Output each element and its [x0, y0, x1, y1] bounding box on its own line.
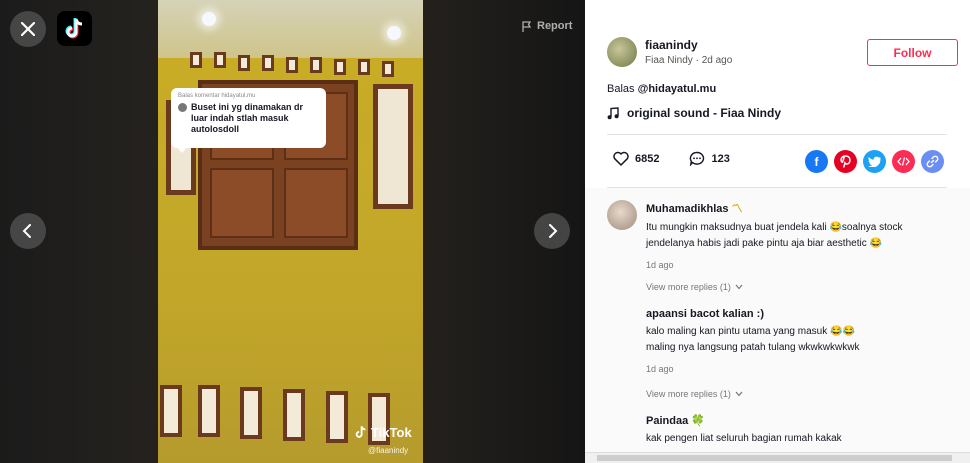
door-panel: [210, 168, 274, 238]
comment-time: 1d ago: [646, 260, 674, 270]
comment-author[interactable]: apaansi bacot kalian :): [646, 308, 966, 320]
caption-prefix: Balas: [607, 83, 635, 95]
post-caption: Balas @hidayatul.mu: [607, 83, 716, 95]
facebook-share-icon[interactable]: f: [805, 150, 828, 173]
video-player[interactable]: [158, 0, 423, 463]
window: [310, 57, 322, 73]
tiktok-watermark: TikTok: [354, 425, 412, 440]
comment-author[interactable]: Muhamadikhlas 〽: [646, 200, 966, 216]
video-area: Balas komentar hidayatul.mu Buset ini yg…: [0, 0, 585, 463]
tiktok-note-icon: [355, 426, 366, 438]
window: [283, 389, 305, 441]
chevron-left-icon: [22, 224, 31, 238]
window: [160, 385, 182, 437]
watermark-brand: TikTok: [371, 425, 412, 440]
comment-list[interactable]: Muhamadikhlas 〽 Itu mungkin maksudnya bu…: [585, 188, 970, 452]
close-icon: [21, 22, 35, 36]
engagement-stats: 6852 123: [613, 151, 730, 166]
twitter-share-icon[interactable]: [863, 150, 886, 173]
view-more-replies[interactable]: View more replies (1): [646, 282, 743, 292]
flag-icon: [522, 20, 532, 32]
chevron-down-icon: [735, 284, 743, 290]
close-button[interactable]: [10, 11, 46, 47]
watermark-username: @fiaanindy: [368, 446, 409, 455]
music-link[interactable]: original sound - Fiaa Nindy: [607, 106, 781, 120]
post-time: 2d ago: [701, 55, 733, 66]
comment-avatar[interactable]: [607, 200, 637, 230]
comment-text: kalo maling kan pintu utama yang masuk 😂…: [646, 326, 860, 353]
view-more-replies[interactable]: View more replies (1): [646, 389, 743, 399]
tiktok-viewer: Balas komentar hidayatul.mu Buset ini yg…: [0, 0, 970, 463]
side-window: [373, 84, 413, 209]
comment-text: Itu mungkin maksudnya buat jendela kali …: [646, 222, 903, 249]
like-count: 6852: [635, 152, 660, 165]
next-video-button[interactable]: [534, 213, 570, 249]
chevron-down-icon: [735, 391, 743, 397]
previous-video-button[interactable]: [10, 213, 46, 249]
ceiling-lamp: [387, 26, 401, 40]
door-panel: [284, 168, 348, 238]
bubble-text: Buset ini yg dinamakan dr luar indah stl…: [191, 102, 304, 134]
tiktok-logo[interactable]: [57, 11, 92, 46]
separator: ·: [695, 55, 699, 66]
author-subline: Fiaa Nindy · 2d ago: [645, 55, 732, 66]
window: [198, 385, 220, 437]
scrollbar-thumb[interactable]: [597, 455, 952, 461]
author-display-name: Fiaa Nindy: [645, 55, 693, 66]
window: [358, 59, 370, 75]
copy-link-icon[interactable]: [921, 150, 944, 173]
author-username[interactable]: fiaanindy: [645, 38, 732, 52]
caption-mention[interactable]: @hidayatul.mu: [638, 83, 717, 95]
window: [190, 52, 202, 68]
author-header[interactable]: fiaanindy Fiaa Nindy · 2d ago: [607, 37, 732, 67]
report-button[interactable]: Report: [522, 20, 572, 32]
window: [334, 59, 346, 75]
comment-icon[interactable]: [689, 151, 705, 166]
window: [326, 391, 348, 443]
window: [240, 387, 262, 439]
music-title: original sound - Fiaa Nindy: [627, 106, 782, 120]
window: [262, 55, 274, 71]
video-ceiling: [158, 0, 423, 58]
window: [238, 55, 250, 71]
share-row: f: [805, 150, 944, 173]
bubble-tail: [176, 146, 188, 153]
ceiling-lamp: [202, 12, 216, 26]
window: [286, 57, 298, 73]
pinterest-share-icon[interactable]: [834, 150, 857, 173]
music-note-icon: [607, 106, 619, 119]
comment-author[interactable]: Paindaa 🍀: [646, 414, 966, 427]
author-avatar[interactable]: [607, 37, 637, 67]
bubble-avatar: [178, 103, 187, 112]
report-label: Report: [537, 20, 573, 32]
comment-count: 123: [711, 152, 730, 165]
divider: [607, 134, 947, 135]
follow-button[interactable]: Follow: [867, 39, 958, 66]
horizontal-scrollbar[interactable]: [585, 452, 970, 463]
details-panel: fiaanindy Fiaa Nindy · 2d ago Follow Bal…: [585, 0, 970, 463]
comment-time: 1d ago: [646, 364, 674, 374]
heart-icon[interactable]: [613, 151, 629, 166]
embed-share-icon[interactable]: [892, 150, 915, 173]
window: [382, 61, 394, 77]
window: [214, 52, 226, 68]
tiktok-logo-icon: [65, 17, 82, 38]
chevron-right-icon: [549, 224, 558, 238]
comment-text: kak pengen liat seluruh bagian rumah kak…: [646, 433, 842, 444]
bubble-header: Balas komentar hidayatul.mu: [178, 93, 256, 99]
reply-comment-bubble: Balas komentar hidayatul.mu Buset ini yg…: [171, 88, 326, 148]
